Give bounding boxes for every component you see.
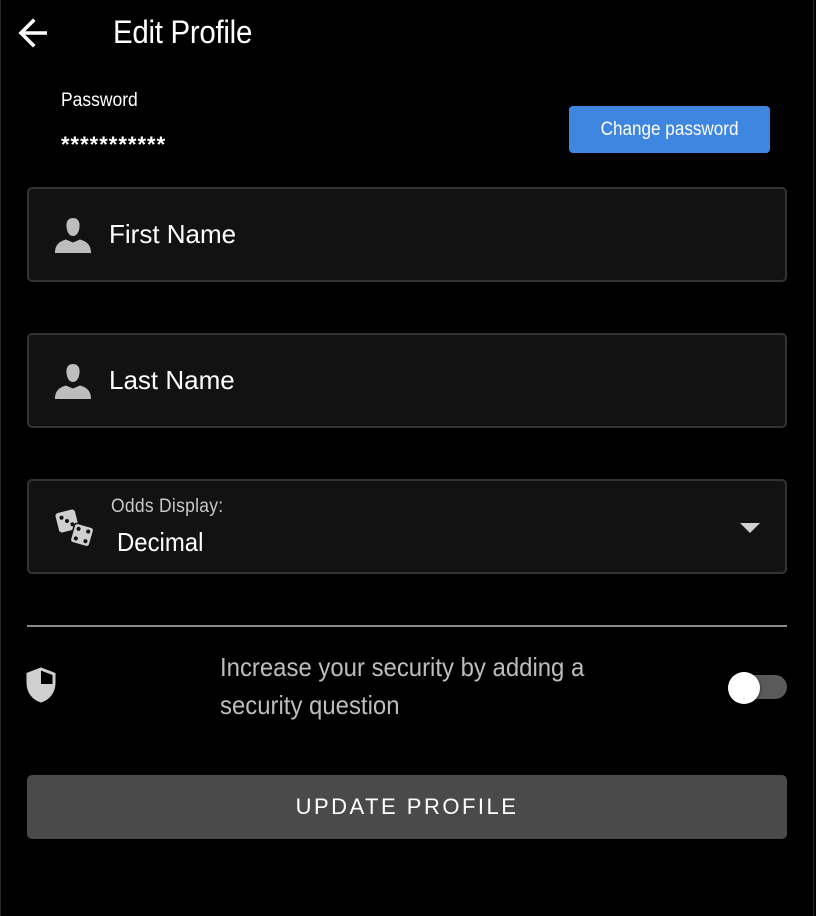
password-value: *********** <box>61 132 167 157</box>
person-icon <box>55 364 91 399</box>
first-name-input[interactable] <box>109 189 769 280</box>
change-password-button[interactable]: Change password <box>569 106 770 153</box>
update-profile-button[interactable]: UPDATE PROFILE <box>27 775 787 839</box>
toggle-thumb <box>728 672 760 704</box>
password-label: Password <box>61 90 138 111</box>
security-question-text: Increase your security by adding a secur… <box>220 652 585 720</box>
shield-icon <box>26 667 56 703</box>
page-title: Edit Profile <box>113 14 253 50</box>
arrow-left-icon <box>18 18 47 48</box>
last-name-field <box>27 333 787 428</box>
chevron-down-icon <box>740 523 760 533</box>
change-password-label: Change password <box>600 118 739 140</box>
security-question-toggle[interactable] <box>728 672 788 704</box>
person-icon <box>55 218 91 253</box>
last-name-input[interactable] <box>109 335 769 426</box>
odds-display-value: Decimal <box>117 527 204 557</box>
header: Edit Profile <box>0 0 816 68</box>
odds-display-select[interactable]: Odds Display: Decimal <box>27 479 787 574</box>
back-button[interactable] <box>16 16 52 50</box>
divider <box>27 625 787 627</box>
dice-icon <box>55 509 95 548</box>
first-name-field <box>27 187 787 282</box>
odds-display-label: Odds Display: <box>111 496 224 517</box>
